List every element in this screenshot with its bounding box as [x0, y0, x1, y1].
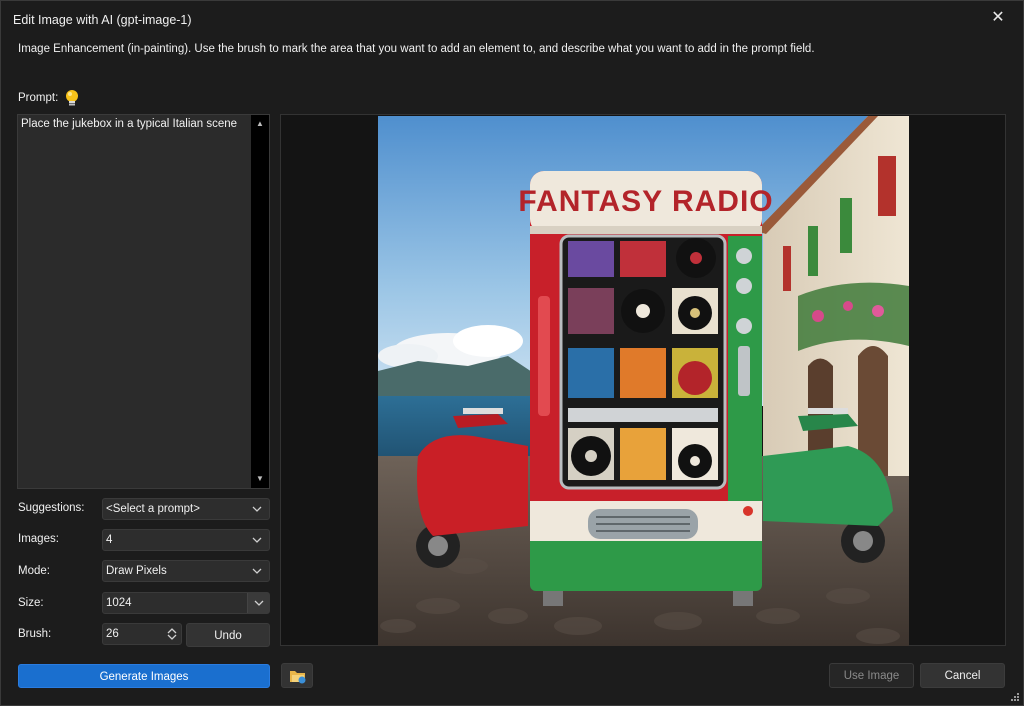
jukebox-title-text: FANTASY RADIO [518, 185, 773, 218]
prompt-label: Prompt: [18, 92, 59, 104]
size-value: 1024 [106, 597, 132, 609]
images-label: Images: [18, 533, 59, 545]
suggestions-select[interactable]: <Select a prompt> [102, 498, 270, 520]
size-dropdown-button[interactable] [247, 593, 269, 613]
resize-grip-icon[interactable] [1010, 692, 1020, 702]
title-bar: Edit Image with AI (gpt-image-1) ✕ [1, 1, 1023, 37]
images-select[interactable]: 4 [102, 529, 270, 551]
close-icon: ✕ [991, 9, 1005, 26]
open-folder-button[interactable] [281, 663, 313, 688]
close-button[interactable]: ✕ [987, 7, 1009, 29]
scroll-down-arrow-icon[interactable]: ▼ [251, 470, 269, 488]
chevron-down-icon [252, 568, 262, 574]
mode-value: Draw Pixels [106, 565, 167, 577]
scroll-up-arrow-icon[interactable]: ▲ [251, 115, 269, 133]
prompt-label-row: Prompt: [18, 89, 80, 107]
brush-label: Brush: [18, 628, 52, 640]
chevron-down-icon[interactable] [167, 633, 177, 642]
use-image-button[interactable]: Use Image [829, 663, 914, 688]
size-label: Size: [18, 597, 44, 609]
generated-image[interactable]: FANTASY RADIO [378, 116, 909, 646]
mode-label: Mode: [18, 565, 50, 577]
cancel-button[interactable]: Cancel [920, 663, 1005, 688]
size-combobox[interactable]: 1024 [102, 592, 270, 614]
window-title: Edit Image with AI (gpt-image-1) [13, 13, 192, 27]
suggestions-value: <Select a prompt> [106, 503, 200, 515]
mode-select[interactable]: Draw Pixels [102, 560, 270, 582]
prompt-text: Place the jukebox in a typical Italian s… [21, 118, 238, 130]
chevron-down-icon [252, 506, 262, 512]
folder-image-icon [290, 671, 306, 684]
images-value: 4 [106, 534, 113, 546]
generate-images-button[interactable]: Generate Images [18, 664, 270, 688]
suggestions-label: Suggestions: [18, 502, 85, 514]
brush-value: 26 [106, 628, 119, 640]
description-text: Image Enhancement (in-painting). Use the… [18, 43, 815, 55]
undo-button[interactable]: Undo [186, 623, 270, 647]
dialog-window: Edit Image with AI (gpt-image-1) ✕ Image… [0, 0, 1024, 706]
chevron-down-icon [252, 537, 262, 543]
prompt-scrollbar[interactable]: ▲ ▼ [251, 115, 269, 488]
prompt-textarea[interactable]: Place the jukebox in a typical Italian s… [17, 114, 270, 489]
image-canvas[interactable]: FANTASY RADIO [280, 114, 1006, 646]
lightbulb-icon[interactable] [64, 89, 80, 107]
brush-size-stepper[interactable]: 26 [102, 623, 182, 645]
chevron-down-icon [254, 600, 264, 606]
